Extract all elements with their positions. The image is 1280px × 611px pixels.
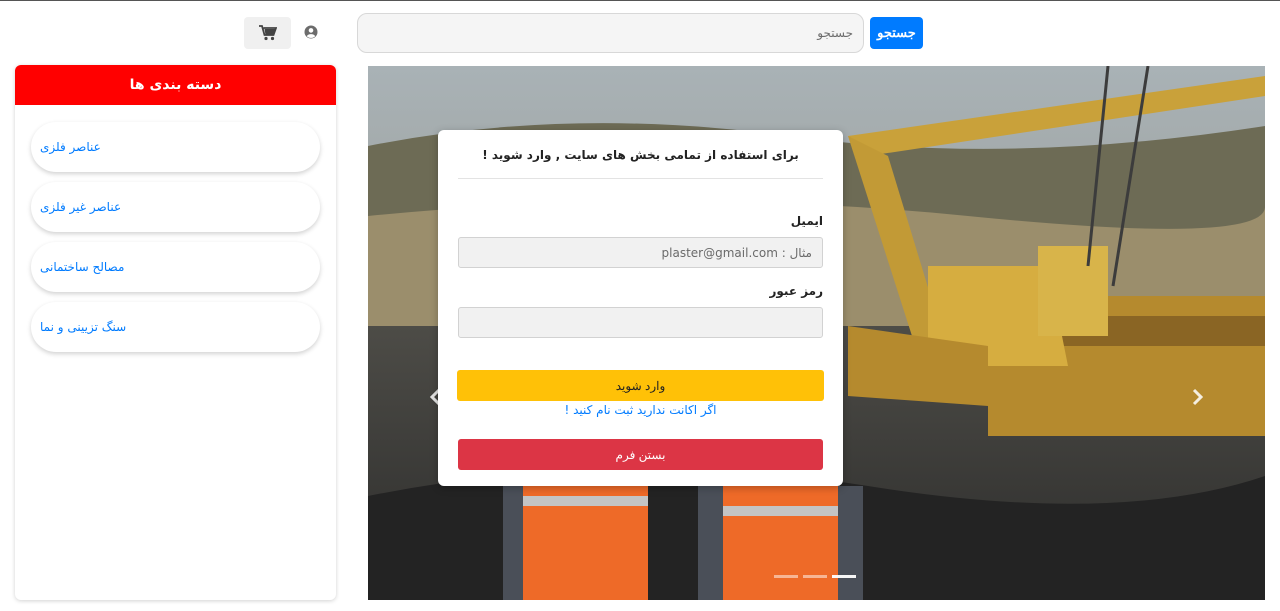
email-field[interactable]	[458, 237, 823, 268]
carousel-indicators	[774, 575, 856, 578]
chevron-right-icon[interactable]	[1189, 388, 1205, 406]
password-label: رمز عبور	[769, 284, 823, 298]
password-field[interactable]	[458, 307, 823, 338]
categories-title: دسته بندی ها	[15, 65, 336, 105]
search-input[interactable]	[357, 13, 864, 53]
login-button[interactable]: وارد شوید	[457, 370, 824, 401]
close-form-button[interactable]: بستن فرم	[458, 439, 823, 470]
login-modal: برای استفاده از تمامی بخش های سایت , وار…	[438, 130, 843, 486]
modal-divider	[458, 178, 823, 179]
category-item-nonmetal[interactable]: عناصر غیر فلزی	[31, 182, 320, 232]
category-label: عناصر غیر فلزی	[40, 200, 122, 214]
carousel-indicator-active[interactable]	[832, 575, 856, 578]
category-label: عناصر فلزی	[40, 140, 101, 154]
cart-icon	[258, 25, 277, 41]
categories-sidebar: دسته بندی ها عناصر فلزی عناصر غیر فلزی م…	[15, 65, 336, 600]
category-item-decorative-stone[interactable]: سنگ تزیینی و نما	[31, 302, 320, 352]
search-button[interactable]: جستجو	[870, 17, 923, 49]
email-label: ایمیل	[790, 214, 823, 228]
cart-button[interactable]	[244, 17, 291, 49]
carousel-indicator[interactable]	[774, 575, 798, 578]
top-border	[0, 0, 1280, 1]
modal-title: برای استفاده از تمامی بخش های سایت , وار…	[482, 148, 799, 162]
category-item-metal[interactable]: عناصر فلزی	[31, 122, 320, 172]
category-label: سنگ تزیینی و نما	[40, 320, 127, 334]
category-item-building-materials[interactable]: مصالح ساختمانی	[31, 242, 320, 292]
carousel-indicator[interactable]	[803, 575, 827, 578]
user-circle-icon[interactable]	[304, 25, 318, 39]
register-link[interactable]: اگر اکانت ندارید ثبت نام کنید !	[458, 403, 823, 417]
category-label: مصالح ساختمانی	[40, 260, 125, 274]
